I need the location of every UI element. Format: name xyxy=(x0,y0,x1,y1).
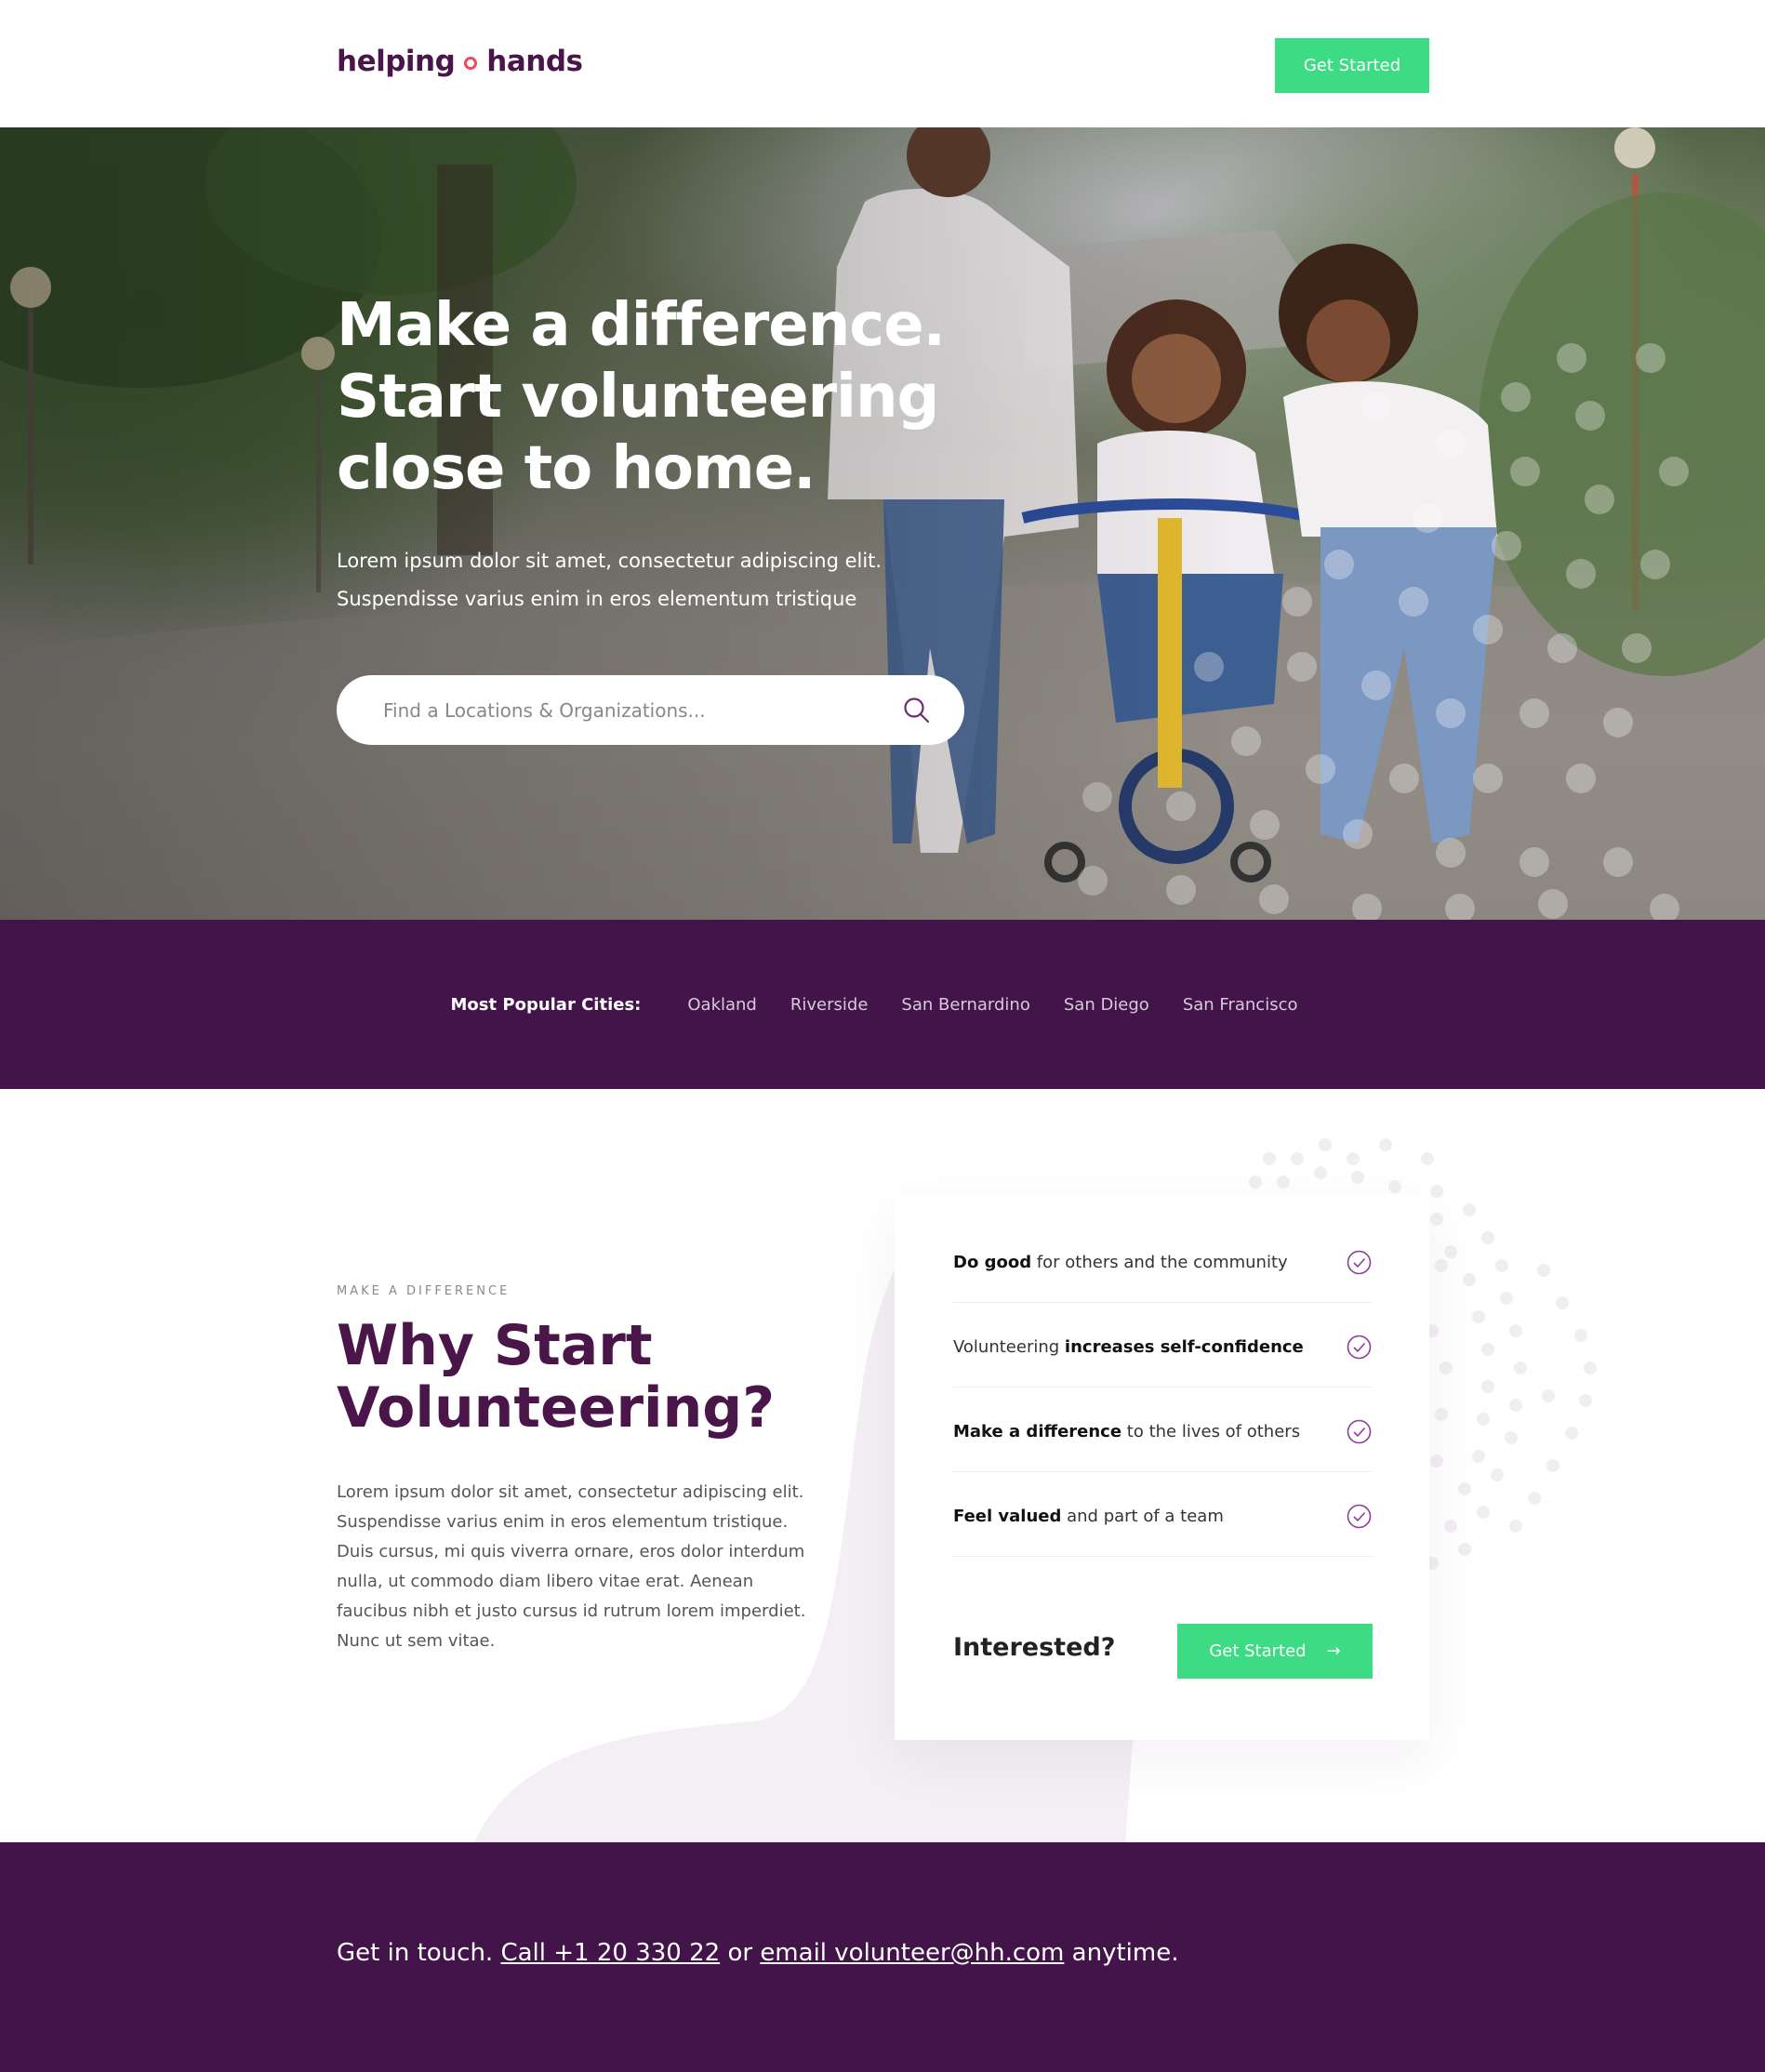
contact-line: Get in touch. Call +1 20 330 22 or email… xyxy=(337,1939,1178,1967)
hero-section: Make a difference. Start volunteering cl… xyxy=(0,127,1765,920)
popular-cities-bar: Most Popular Cities: Oakland Riverside S… xyxy=(0,920,1765,1089)
hero-title: Make a difference. Start volunteering cl… xyxy=(337,290,988,505)
logo-text-right: hands xyxy=(486,45,583,78)
hero-subtitle-line: Suspendisse varius enim in eros elementu… xyxy=(337,588,857,610)
logo-dot-icon xyxy=(464,57,478,70)
section-title-line: Why Start xyxy=(337,1313,653,1378)
benefit-text: Make a difference to the lives of others xyxy=(953,1421,1301,1441)
contact-suffix: anytime. xyxy=(1071,1939,1179,1967)
check-circle-icon xyxy=(1347,1419,1372,1443)
call-link[interactable]: Call +1 20 330 22 xyxy=(500,1939,720,1967)
hero-title-line: Start volunteering xyxy=(337,363,939,432)
hero-title-line: close to home. xyxy=(337,434,816,503)
logo-text-left: helping xyxy=(337,45,456,78)
benefit-text: Volunteering increases self-confidence xyxy=(953,1336,1304,1357)
interested-label: Interested? xyxy=(953,1633,1116,1662)
hero-subtitle-line: Lorem ipsum dolor sit amet, consectetur … xyxy=(337,550,882,572)
section-title-line: Volunteering? xyxy=(337,1375,776,1441)
header-get-started-button[interactable]: Get Started xyxy=(1275,38,1429,93)
benefit-item: Feel valued and part of a team xyxy=(953,1472,1372,1557)
hero-title-line: Make a difference. xyxy=(337,291,946,360)
city-link-oakland[interactable]: Oakland xyxy=(687,995,757,1015)
benefits-card: Do good for others and the community Vol… xyxy=(895,1195,1429,1740)
hero-shade xyxy=(0,127,1765,920)
section-eyebrow: MAKE A DIFFERENCE xyxy=(337,1284,511,1298)
section-body: Lorem ipsum dolor sit amet, consectetur … xyxy=(337,1482,806,1651)
city-link-san-francisco[interactable]: San Francisco xyxy=(1183,995,1298,1015)
arrow-right-icon: → xyxy=(1326,1641,1341,1661)
site-footer: Get in touch. Call +1 20 330 22 or email… xyxy=(0,1842,1765,2072)
section-title: Why Start Volunteering? xyxy=(337,1315,857,1440)
benefit-item: Volunteering increases self-confidence xyxy=(953,1303,1372,1388)
search-icon[interactable] xyxy=(898,692,936,729)
benefit-item: Do good for others and the community xyxy=(953,1195,1372,1303)
card-get-started-label: Get Started xyxy=(1209,1641,1307,1661)
benefit-text: Feel valued and part of a team xyxy=(953,1506,1224,1526)
card-get-started-button[interactable]: Get Started → xyxy=(1177,1624,1373,1679)
site-header: helping hands Get Started xyxy=(0,0,1765,127)
benefit-item: Make a difference to the lives of others xyxy=(953,1388,1372,1472)
why-volunteer-section: MAKE A DIFFERENCE Why Start Volunteering… xyxy=(0,1089,1765,1842)
check-circle-icon xyxy=(1347,1250,1372,1275)
email-link[interactable]: email volunteer@hh.com xyxy=(760,1939,1064,1967)
logo[interactable]: helping hands xyxy=(337,45,583,78)
check-circle-icon xyxy=(1347,1335,1372,1359)
city-link-riverside[interactable]: Riverside xyxy=(790,995,869,1015)
background-blob xyxy=(474,1138,1597,1842)
contact-prefix: Get in touch. xyxy=(337,1939,494,1967)
hero-subtitle: Lorem ipsum dolor sit amet, consectetur … xyxy=(337,542,988,618)
card-cta-row: Interested? Get Started → xyxy=(953,1624,1373,1680)
search-box xyxy=(337,675,964,745)
city-link-san-bernardino[interactable]: San Bernardino xyxy=(901,995,1029,1015)
city-link-san-diego[interactable]: San Diego xyxy=(1064,995,1149,1015)
check-circle-icon xyxy=(1347,1504,1372,1528)
benefit-text: Do good for others and the community xyxy=(953,1253,1288,1272)
search-input[interactable] xyxy=(383,675,867,745)
contact-middle: or xyxy=(727,1939,753,1967)
popular-cities-label: Most Popular Cities: xyxy=(450,994,642,1015)
